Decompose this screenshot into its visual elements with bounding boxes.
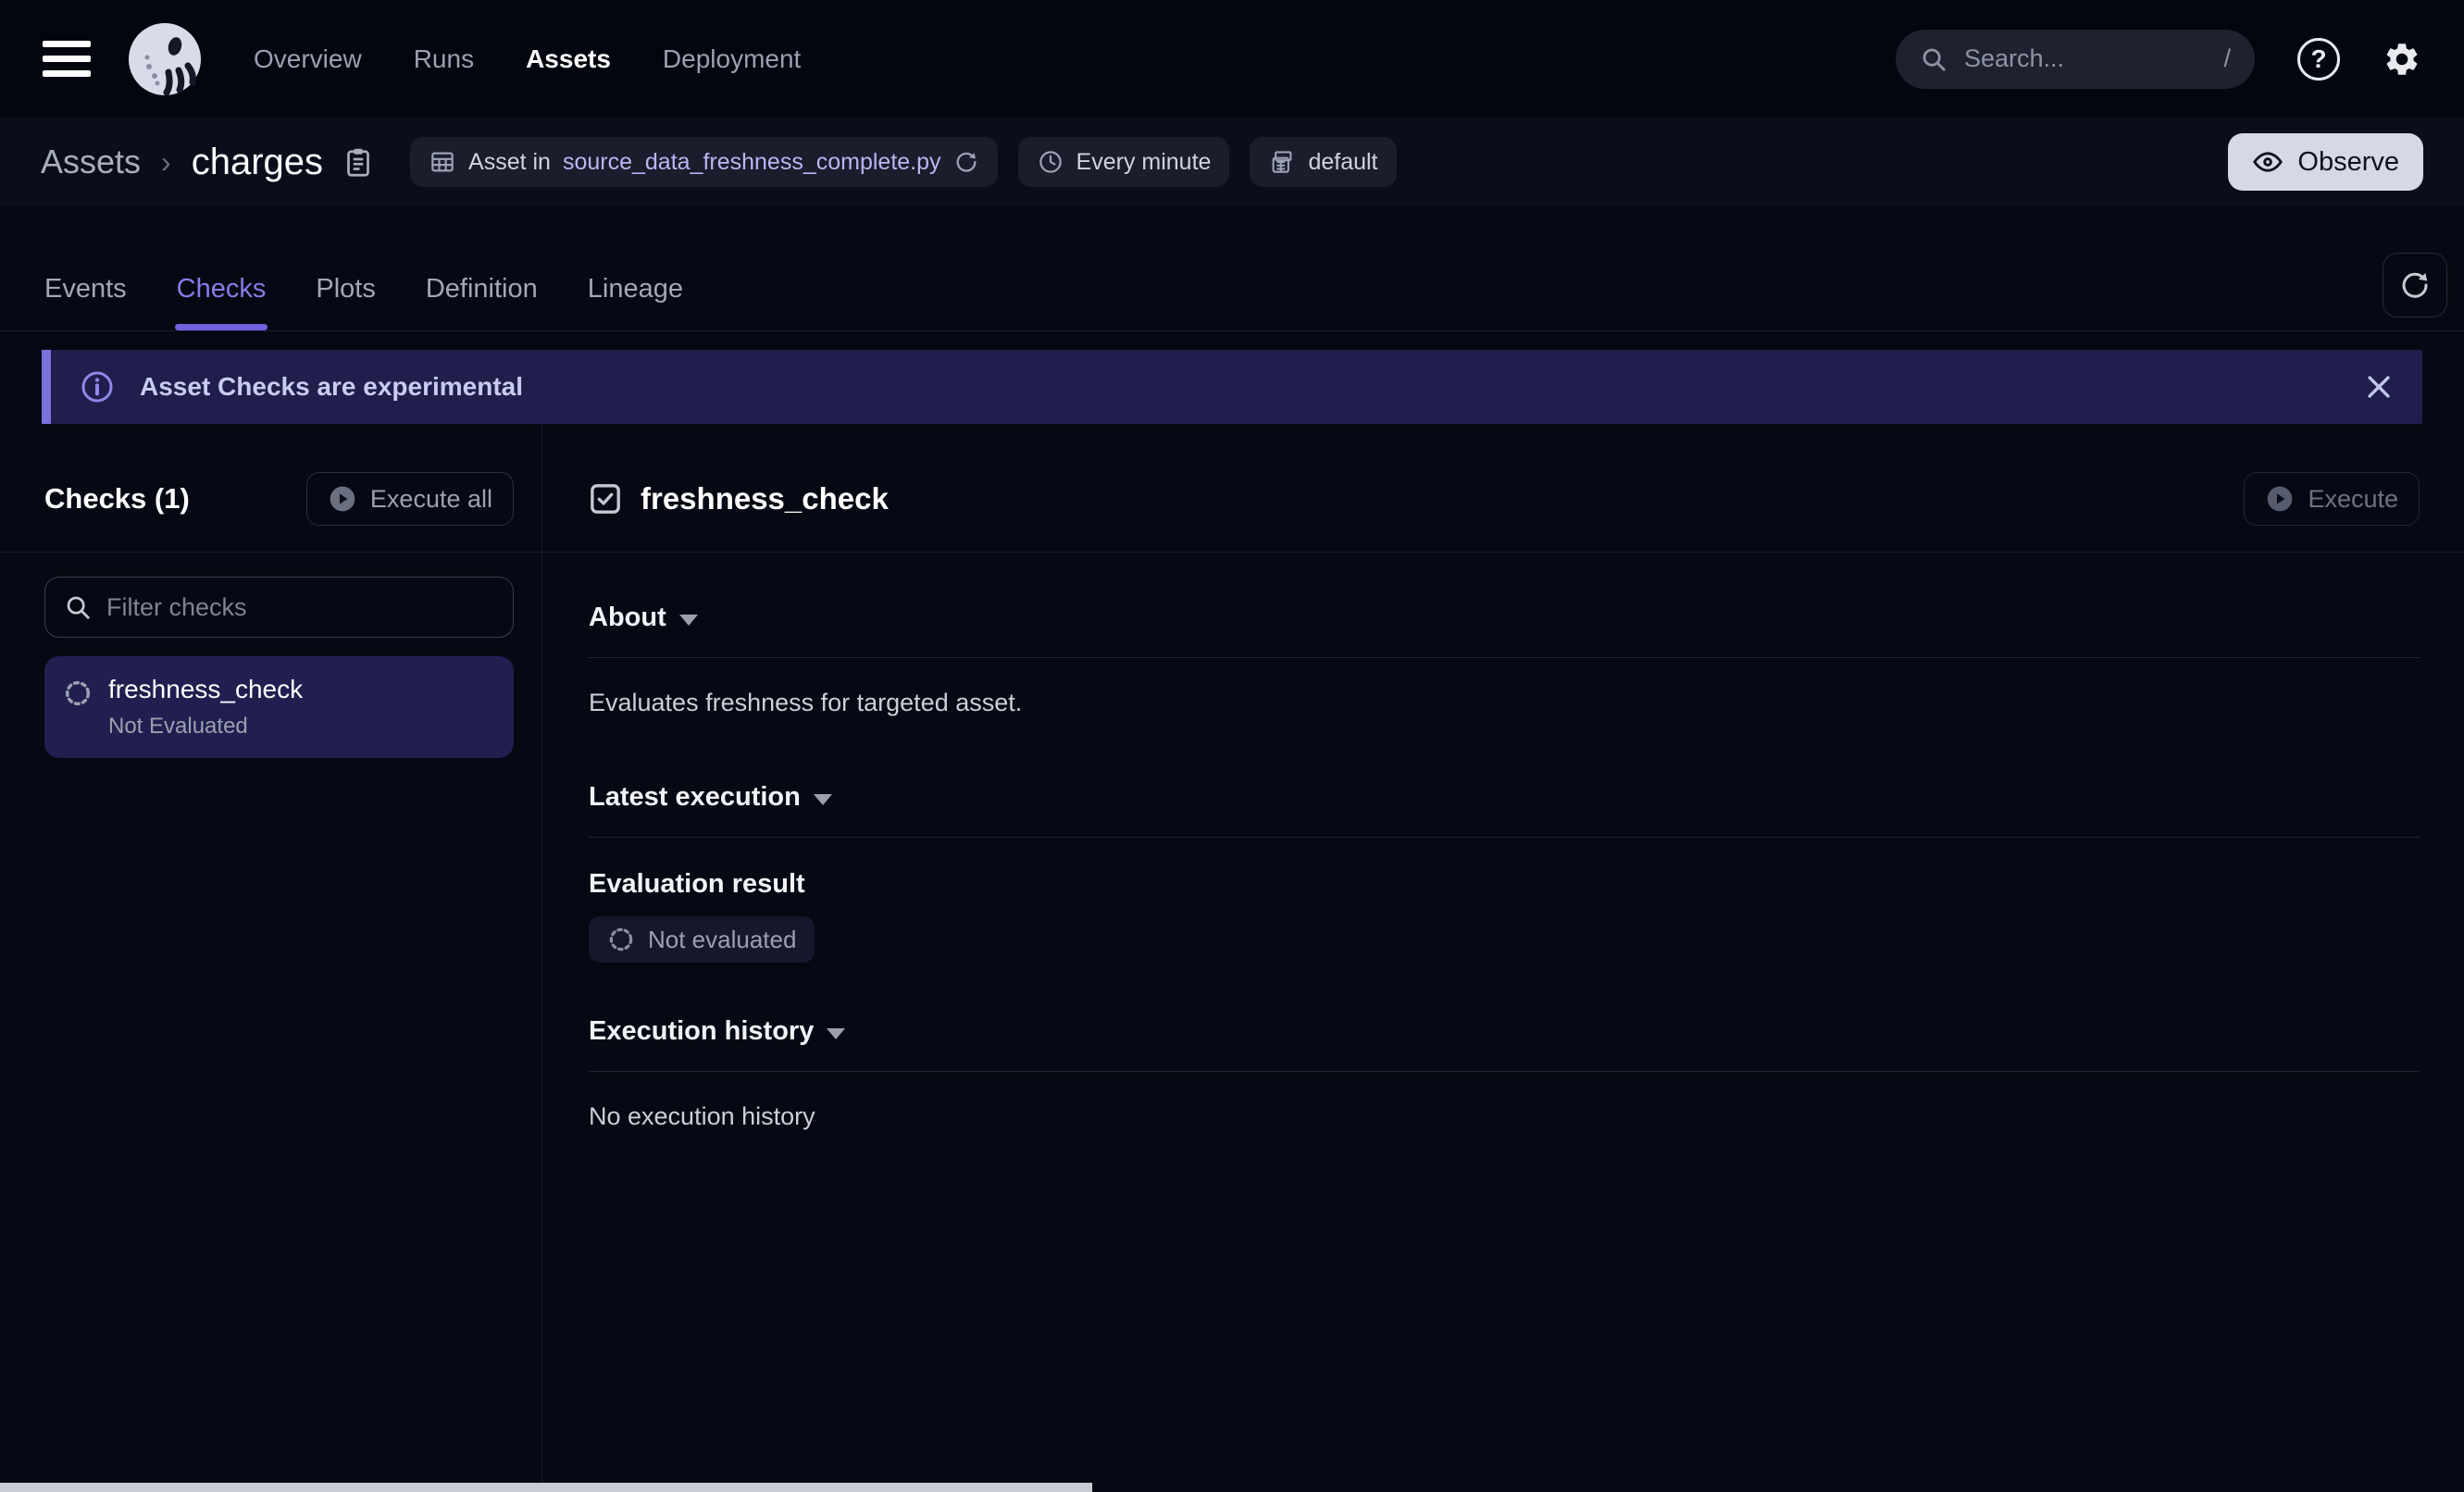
tab-lineage[interactable]: Lineage (588, 274, 683, 330)
chevron-down-icon (814, 794, 832, 805)
search-placeholder: Search... (1964, 44, 2064, 73)
observe-button[interactable]: Observe (2228, 133, 2423, 191)
evaluation-result-label: Evaluation result (589, 869, 2420, 900)
execute-all-label: Execute all (370, 485, 492, 514)
latest-execution-label: Latest execution (589, 782, 801, 813)
checks-list-header: Checks (1) Execute all (0, 424, 541, 553)
asset-tag-group: Asset in source_data_freshness_complete.… (410, 137, 1396, 187)
asset-header-row: Assets › charges Asset in source_data_fr… (0, 118, 2464, 206)
page-title: charges (192, 142, 323, 183)
repo-grid-icon (1268, 148, 1296, 176)
nav-link-assets[interactable]: Assets (526, 44, 611, 74)
tab-events[interactable]: Events (44, 274, 127, 330)
schedule-tag-label: Every minute (1076, 149, 1212, 176)
play-circle-icon (328, 484, 357, 514)
nav-link-deployment[interactable]: Deployment (663, 44, 801, 74)
checks-content: Checks (1) Execute all freshness (0, 424, 2464, 1483)
about-section-toggle[interactable]: About (589, 603, 2420, 633)
checkbox-check-icon (587, 480, 624, 517)
check-detail-panel: freshness_check Execute About Evaluates … (542, 424, 2464, 1483)
execute-all-button[interactable]: Execute all (306, 472, 514, 526)
section-divider (589, 837, 2420, 838)
check-detail-title-row: freshness_check (587, 480, 889, 517)
chevron-down-icon (827, 1028, 845, 1039)
asset-source-tag: Asset in source_data_freshness_complete.… (410, 137, 998, 187)
asset-tabs: Events Checks Plots Definition Lineage (44, 274, 683, 330)
checks-list-panel: Checks (1) Execute all freshness (0, 424, 542, 1483)
group-tag[interactable]: default (1250, 137, 1396, 187)
tab-plots[interactable]: Plots (316, 274, 375, 330)
execution-history-empty: No execution history (589, 1102, 2420, 1131)
reload-icon[interactable] (953, 149, 979, 175)
check-item-name: freshness_check (108, 675, 303, 704)
asset-source-file-link[interactable]: source_data_freshness_complete.py (563, 149, 941, 176)
clock-icon (1037, 148, 1064, 176)
nav-link-runs[interactable]: Runs (414, 44, 474, 74)
execute-button-label: Execute (2308, 485, 2398, 514)
banner-message: Asset Checks are experimental (140, 372, 523, 402)
evaluation-result-badge: Not evaluated (589, 916, 815, 963)
check-list-item-selected[interactable]: freshness_check Not Evaluated (44, 656, 514, 758)
check-item-status: Not Evaluated (108, 714, 303, 740)
search-shortcut-hint: / (2223, 44, 2231, 73)
global-search-input[interactable]: Search... / (1896, 30, 2255, 89)
help-icon[interactable]: ? (2297, 38, 2340, 81)
checks-count-title: Checks (1) (44, 482, 190, 516)
execution-history-label: Execution history (589, 1016, 814, 1047)
top-nav: Overview Runs Assets Deployment Search..… (0, 0, 2464, 118)
filter-checks-field (44, 577, 514, 638)
play-circle-icon (2265, 484, 2295, 514)
not-evaluated-dashed-circle-icon (607, 926, 635, 953)
primary-nav-links: Overview Runs Assets Deployment (254, 44, 801, 74)
info-icon (79, 368, 116, 405)
nav-link-overview[interactable]: Overview (254, 44, 362, 74)
filter-checks-input[interactable] (105, 592, 494, 623)
breadcrumb-separator: › (161, 145, 171, 180)
checks-list-body: freshness_check Not Evaluated (0, 553, 541, 758)
schedule-tag[interactable]: Every minute (1018, 137, 1230, 187)
search-icon (64, 593, 92, 621)
gear-icon[interactable] (2383, 40, 2421, 79)
experimental-banner: Asset Checks are experimental (42, 350, 2422, 424)
execute-button[interactable]: Execute (2244, 472, 2420, 526)
menu-hamburger-icon[interactable] (43, 41, 91, 77)
asset-tabs-row: Events Checks Plots Definition Lineage (0, 206, 2464, 331)
dagster-logo-icon[interactable] (128, 22, 202, 96)
about-description: Evaluates freshness for targeted asset. (589, 689, 2420, 717)
tab-checks[interactable]: Checks (177, 274, 267, 330)
tab-definition[interactable]: Definition (426, 274, 538, 330)
observe-button-label: Observe (2297, 147, 2399, 178)
breadcrumb-assets-link[interactable]: Assets (41, 143, 141, 181)
close-icon[interactable] (2363, 371, 2395, 403)
eye-icon (2252, 146, 2284, 178)
chevron-down-icon (679, 615, 698, 626)
check-detail-title: freshness_check (641, 481, 889, 516)
check-detail-body: About Evaluates freshness for targeted a… (542, 553, 2464, 1131)
asset-source-prefix: Asset in (468, 149, 551, 176)
check-detail-header: freshness_check Execute (542, 424, 2464, 553)
search-icon (1920, 45, 1948, 73)
evaluation-result-badge-label: Not evaluated (648, 926, 796, 954)
execution-history-toggle[interactable]: Execution history (589, 1016, 2420, 1047)
not-evaluated-dashed-circle-icon (63, 678, 93, 740)
group-tag-label: default (1308, 149, 1377, 176)
copy-clipboard-icon[interactable] (342, 145, 375, 179)
section-divider (589, 657, 2420, 658)
section-divider (589, 1071, 2420, 1072)
latest-execution-toggle[interactable]: Latest execution (589, 782, 2420, 813)
about-section-label: About (589, 603, 666, 633)
nav-right-cluster: Search... / ? (1896, 30, 2421, 89)
table-icon (429, 148, 456, 176)
refresh-button[interactable] (2383, 253, 2447, 317)
horizontal-scrollbar[interactable] (0, 1483, 1092, 1492)
